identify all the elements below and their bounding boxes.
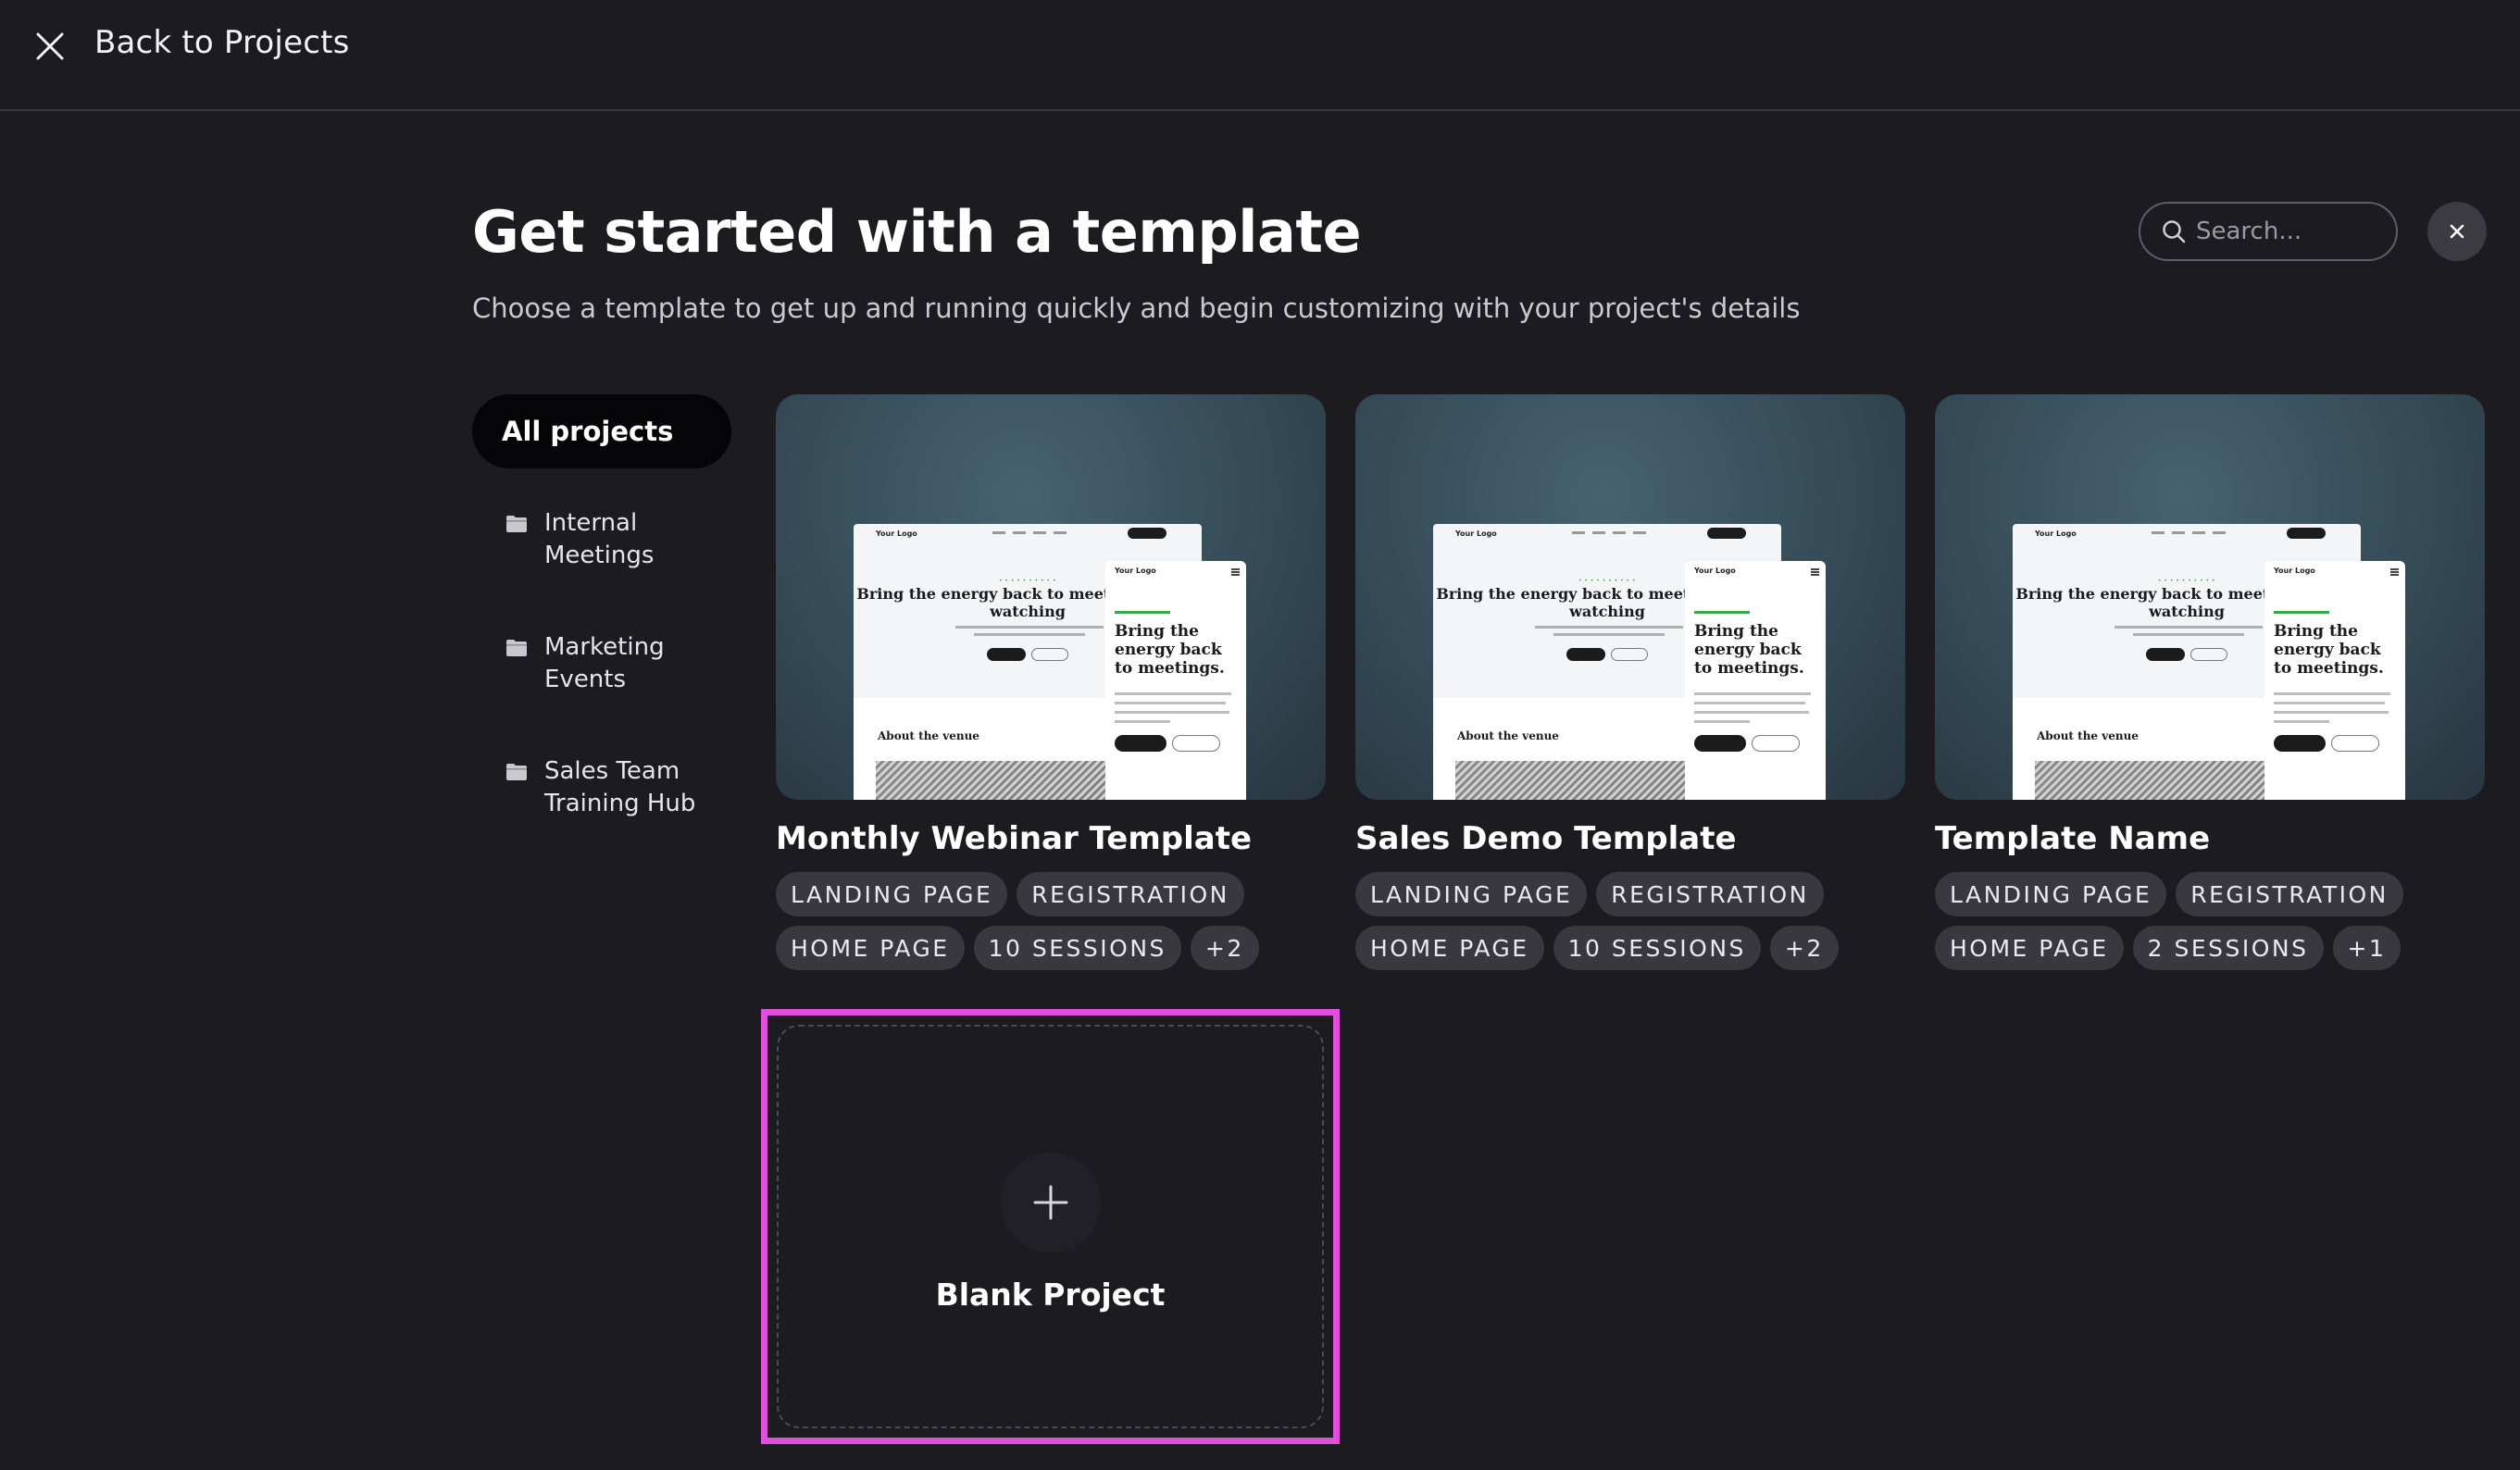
tag: REGISTRATION xyxy=(2176,872,2403,916)
venue-image xyxy=(876,761,1126,800)
template-tags: LANDING PAGE REGISTRATION HOME PAGE 10 S… xyxy=(776,872,1326,970)
mockup-logo: Your Logo xyxy=(1115,567,1156,575)
plus-icon xyxy=(1033,1185,1068,1220)
venue-image xyxy=(1455,761,1705,800)
sidebar-item-label: Internal Meetings xyxy=(544,509,655,569)
mockup-headline: Bring the energy back to meetings. xyxy=(2274,622,2384,678)
template-card[interactable]: Your Logo • • • • • • • • • • Bring the … xyxy=(1935,394,2485,970)
sidebar-item-internal-meetings[interactable]: Internal Meetings xyxy=(505,507,711,572)
template-title: Sales Demo Template xyxy=(1355,820,1737,857)
mockup-headline: Bring the energy back to meetings. xyxy=(1694,622,1804,678)
venue-image xyxy=(2035,761,2285,800)
template-title: Monthly Webinar Template xyxy=(776,820,1253,857)
page-title: Get started with a template xyxy=(472,198,1362,266)
template-thumbnail[interactable]: Your Logo • • • • • • • • • • Bring the … xyxy=(776,394,1326,800)
mockup-logo: Your Logo xyxy=(2035,529,2077,538)
blank-project-card[interactable]: Blank Project xyxy=(761,1009,1340,1444)
mockup-venue-heading: About the venue xyxy=(1457,729,1559,742)
search-box[interactable] xyxy=(2139,202,2398,261)
page-subtitle: Choose a template to get up and running … xyxy=(472,293,1801,324)
menu-icon xyxy=(1811,568,1819,570)
template-tags: LANDING PAGE REGISTRATION HOME PAGE 10 S… xyxy=(1355,872,1905,970)
tag: HOME PAGE xyxy=(776,926,965,970)
menu-icon xyxy=(2390,568,2399,570)
mockup-logo: Your Logo xyxy=(876,529,917,538)
blank-project-label: Blank Project xyxy=(935,1277,1166,1313)
template-card[interactable]: Your Logo • • • • • • • • • • Bring the … xyxy=(776,394,1326,970)
tag: REGISTRATION xyxy=(1596,872,1824,916)
sidebar-item-label: Marketing Events xyxy=(544,633,665,693)
close-templates-button[interactable] xyxy=(2427,202,2487,261)
template-thumbnail[interactable]: Your Logo • • • • • • • • • • Bring the … xyxy=(1355,394,1905,800)
mockup-logo: Your Logo xyxy=(2274,567,2315,575)
close-icon[interactable] xyxy=(33,30,67,63)
tag: 2 SESSIONS xyxy=(2132,926,2324,970)
tag-more[interactable]: +2 xyxy=(1769,926,1839,970)
tag: 10 SESSIONS xyxy=(973,926,1181,970)
sidebar-item-all-projects[interactable]: All projects xyxy=(472,394,731,468)
tag: HOME PAGE xyxy=(1935,926,2124,970)
sidebar-item-sales-team-training-hub[interactable]: Sales Team Training Hub xyxy=(505,755,711,820)
template-card[interactable]: Your Logo • • • • • • • • • • Bring the … xyxy=(1355,394,1905,970)
tag-more[interactable]: +1 xyxy=(2332,926,2401,970)
top-bar: Back to Projects xyxy=(0,0,2520,111)
back-to-projects-link[interactable]: Back to Projects xyxy=(94,24,350,61)
mobile-mockup: Your Logo Bring the energy back to meeti… xyxy=(2264,561,2405,800)
search-icon xyxy=(2163,220,2186,243)
tag: LANDING PAGE xyxy=(1355,872,1588,916)
folder-icon xyxy=(506,640,527,656)
mobile-mockup: Your Logo Bring the energy back to meeti… xyxy=(1685,561,1826,800)
tag: LANDING PAGE xyxy=(1935,872,2167,916)
tag: HOME PAGE xyxy=(1355,926,1544,970)
tag: LANDING PAGE xyxy=(776,872,1008,916)
search-input[interactable] xyxy=(2196,218,2390,245)
menu-icon xyxy=(1231,568,1240,570)
close-icon xyxy=(2450,224,2464,239)
template-title: Template Name xyxy=(1935,820,2211,857)
tag: 10 SESSIONS xyxy=(1553,926,1761,970)
mockup-logo: Your Logo xyxy=(1694,567,1736,575)
folder-icon xyxy=(506,764,527,780)
sidebar-item-label: Sales Team Training Hub xyxy=(544,757,696,817)
mockup-headline: Bring the energy back to meetings. xyxy=(1115,622,1225,678)
plus-button[interactable] xyxy=(1001,1152,1101,1252)
tag-more[interactable]: +2 xyxy=(1190,926,1259,970)
sidebar-item-marketing-events[interactable]: Marketing Events xyxy=(505,631,711,696)
mockup-venue-heading: About the venue xyxy=(878,729,979,742)
folder-icon xyxy=(506,516,527,532)
mockup-venue-heading: About the venue xyxy=(2037,729,2139,742)
mockup-logo: Your Logo xyxy=(1455,529,1497,538)
mobile-mockup: Your Logo Bring the energy back to meeti… xyxy=(1105,561,1246,800)
tag: REGISTRATION xyxy=(1017,872,1244,916)
template-tags: LANDING PAGE REGISTRATION HOME PAGE 2 SE… xyxy=(1935,872,2485,970)
template-thumbnail[interactable]: Your Logo • • • • • • • • • • Bring the … xyxy=(1935,394,2485,800)
